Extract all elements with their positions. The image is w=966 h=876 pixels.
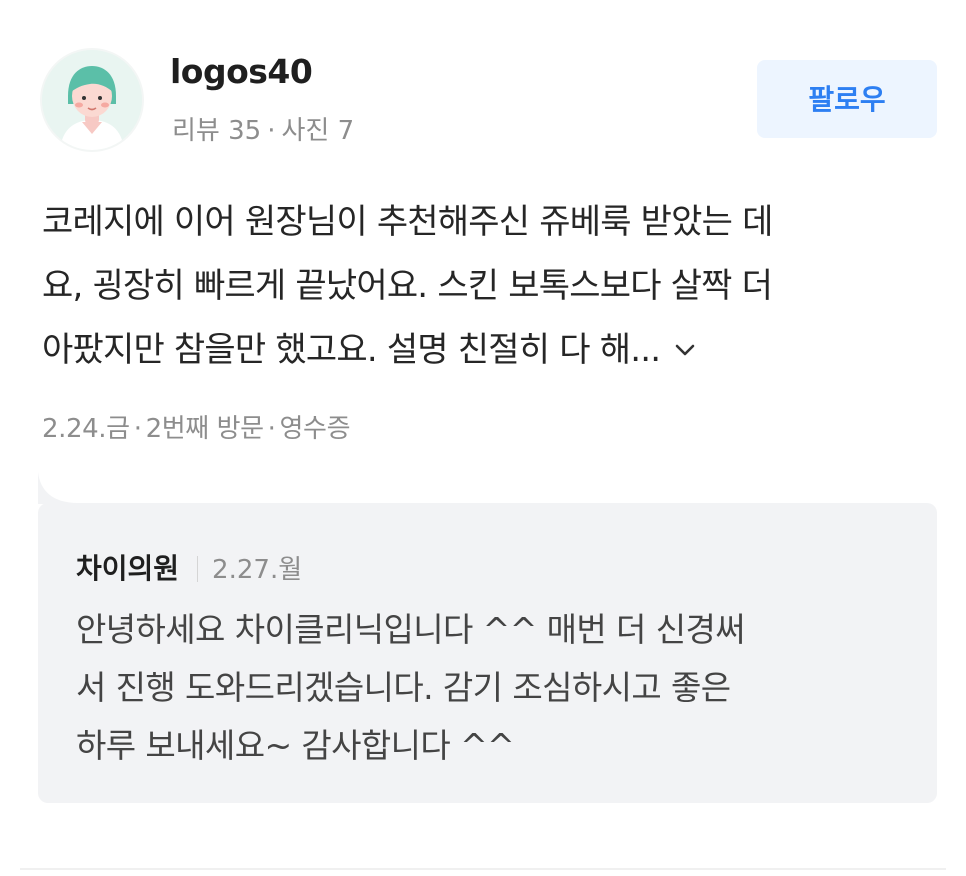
visit-date: 2.24.금 [42, 414, 130, 444]
chevron-down-icon[interactable] [672, 320, 698, 356]
meta-separator: · [133, 414, 142, 444]
username[interactable]: logos40 [170, 52, 313, 91]
card-divider [20, 868, 946, 870]
reply-text-line: 하루 보내세요~ 감사합니다 ^^ [76, 726, 515, 765]
meta-separator: · [267, 414, 276, 444]
reply-date: 2.27.월 [212, 555, 303, 585]
reply-text: 안녕하세요 차이클리닉입니다 ^^ 매번 더 신경써 서 진행 도와드리겠습니다… [76, 601, 906, 775]
review-card: logos40 리뷰 35 · 사진 7 팔로우 코레지에 이어 원장님이 추천해주… [0, 0, 966, 876]
review-text-line: 요, 굉장히 빠르게 끝났어요. 스킨 보톡스보다 살짝 더 [42, 266, 773, 306]
review-count: 리뷰 35 [172, 116, 262, 146]
reply-pointer [38, 472, 78, 504]
review-meta: 2.24.금 · 2번째 방문 · 영수증 [42, 408, 350, 445]
reply-header-divider [197, 556, 199, 582]
reply-header: 차이의원 2.27.월 [76, 547, 302, 587]
stats-separator: · [267, 116, 276, 146]
visit-count: 2번째 방문 [145, 414, 264, 444]
reply-author: 차이의원 [76, 552, 180, 585]
review-text-line: 코레지에 이어 원장님이 추천해주신 쥬베룩 받았는 데 [42, 202, 773, 242]
reply-text-line: 안녕하세요 차이클리닉입니다 ^^ 매번 더 신경써 [76, 610, 746, 649]
review-text[interactable]: 코레지에 이어 원장님이 추천해주신 쥬베룩 받았는 데 요, 굉장히 빠르게 … [42, 190, 937, 382]
user-stats: 리뷰 35 · 사진 7 [172, 110, 354, 147]
follow-button[interactable]: 팔로우 [757, 60, 937, 138]
user-avatar-icon[interactable] [42, 50, 142, 150]
photo-count: 사진 7 [281, 116, 355, 146]
review-text-line: 아팠지만 참을만 했고요. 설명 친절히 다 해... [42, 330, 661, 370]
verification-type: 영수증 [279, 414, 351, 444]
review-text-line-last: 아팠지만 참을만 했고요. 설명 친절히 다 해... [42, 318, 937, 382]
reply-text-line: 서 진행 도와드리겠습니다. 감기 조심하시고 좋은 [76, 668, 731, 707]
owner-reply: 차이의원 2.27.월 안녕하세요 차이클리닉입니다 ^^ 매번 더 신경써 서 … [38, 503, 937, 803]
